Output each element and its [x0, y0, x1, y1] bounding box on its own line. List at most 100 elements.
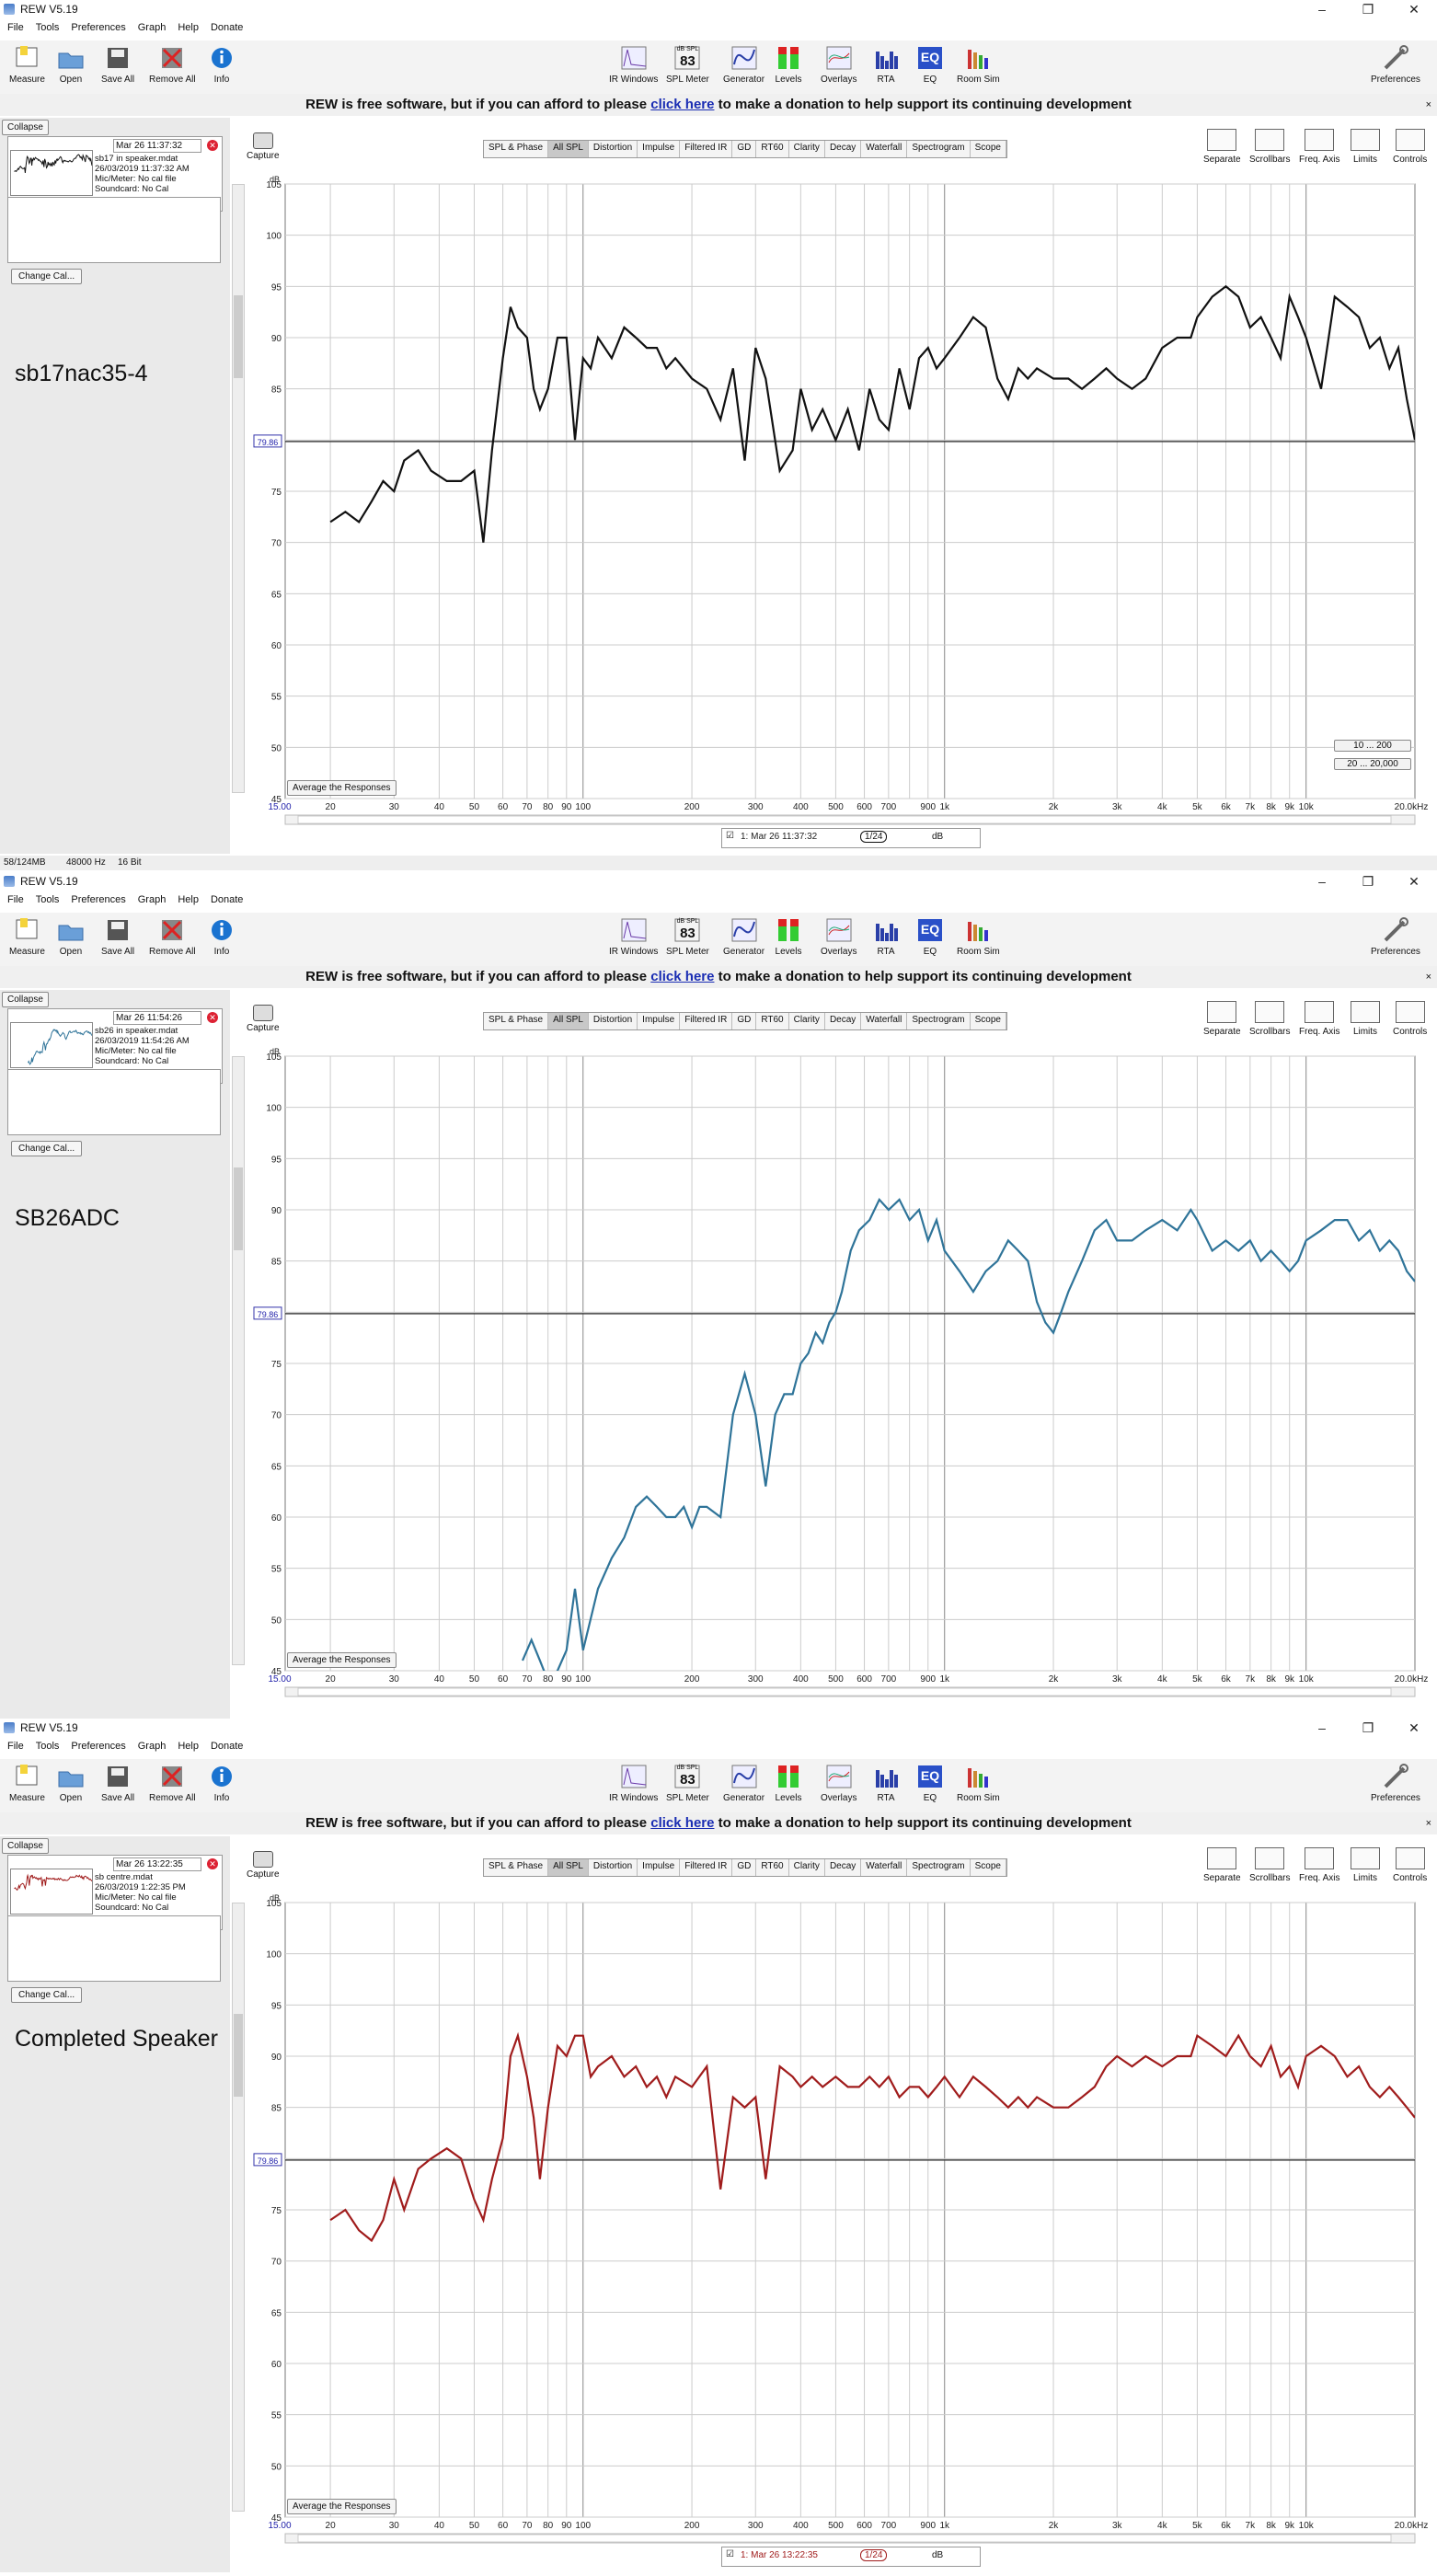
y-tick-label: 95	[271, 1155, 282, 1165]
y-tick-label: 100	[266, 1950, 282, 1961]
x-tick-label: 80	[543, 1674, 554, 1685]
x-tick-label: 500	[828, 802, 844, 812]
reference-label: 79.86	[258, 438, 279, 447]
spl-graph[interactable]: 4550556065707580859095100105dB79.8615.00…	[0, 872, 1437, 1719]
rew-window-1: REW V5.19– ❐ ✕ File Tools Preferences Graph Hel…	[0, 0, 1437, 872]
x-tick-label: 300	[748, 2521, 764, 2531]
y-tick-label: 75	[271, 2206, 282, 2216]
y-axis-unit: dB	[270, 175, 280, 184]
x-tick-label: 9k	[1284, 802, 1295, 812]
x-tick-label: 2k	[1049, 2521, 1060, 2531]
x-tick-label: 300	[748, 1674, 764, 1685]
x-tick-label: 80	[543, 2521, 554, 2531]
x-tick-label: 200	[684, 1674, 700, 1685]
x-tick-label: 8k	[1266, 802, 1277, 812]
x-tick-label: 15.00	[268, 2521, 291, 2531]
x-tick-label: 50	[469, 1674, 480, 1685]
sample-rate-status: 48000 Hz	[66, 857, 106, 868]
legend-smoothing: 1/24	[860, 831, 888, 843]
y-tick-label: 75	[271, 488, 282, 498]
y-tick-label: 60	[271, 641, 282, 651]
range-button-2[interactable]: 20 ... 20,000	[1334, 758, 1411, 770]
x-tick-label: 30	[389, 1674, 400, 1685]
x-tick-label: 5k	[1192, 802, 1203, 812]
x-tick-label: 15.00	[268, 802, 291, 812]
x-tick-label: 20.0kHz	[1395, 2521, 1429, 2531]
x-tick-label: 80	[543, 802, 554, 812]
x-tick-label: 60	[498, 802, 509, 812]
x-tick-label: 100	[575, 2521, 591, 2531]
range-button-1[interactable]: 10 ... 200	[1334, 740, 1411, 752]
x-tick-label: 40	[434, 2521, 445, 2531]
x-tick-label: 7k	[1246, 802, 1257, 812]
rew-window-3: REW V5.19– ❐ ✕ File Tools Preferences Graph Hel…	[0, 1719, 1437, 2576]
average-responses-button[interactable]: Average the Responses	[287, 780, 397, 796]
x-tick-label: 4k	[1157, 802, 1168, 812]
x-tick-label: 10k	[1299, 2521, 1315, 2531]
x-tick-label: 900	[920, 2521, 936, 2531]
x-tick-label: 100	[575, 1674, 591, 1685]
y-tick-label: 55	[271, 693, 282, 703]
x-tick-label: 15.00	[268, 1674, 291, 1685]
x-tick-label: 8k	[1266, 1674, 1277, 1685]
horizontal-scroll-thumb	[297, 2534, 1392, 2543]
x-tick-label: 9k	[1284, 2521, 1295, 2531]
x-tick-label: 400	[793, 802, 809, 812]
reference-label: 79.86	[258, 1310, 279, 1319]
x-tick-label: 1k	[939, 1674, 950, 1685]
x-tick-label: 70	[522, 1674, 533, 1685]
legend-bar: ☑ 1: Mar 26 11:37:32 1/24 dB	[721, 828, 981, 848]
x-tick-label: 60	[498, 2521, 509, 2531]
x-tick-label: 20.0kHz	[1395, 802, 1429, 812]
x-tick-label: 10k	[1299, 802, 1315, 812]
y-tick-label: 85	[271, 2104, 282, 2114]
legend-unit: dB	[932, 832, 944, 842]
x-tick-label: 70	[522, 802, 533, 812]
spl-graph[interactable]: 4550556065707580859095100105dB79.8615.00…	[0, 1719, 1437, 2576]
x-tick-label: 500	[828, 1674, 844, 1685]
x-tick-label: 200	[684, 2521, 700, 2531]
x-tick-label: 40	[434, 802, 445, 812]
x-tick-label: 2k	[1049, 802, 1060, 812]
x-tick-label: 50	[469, 2521, 480, 2531]
x-tick-label: 200	[684, 802, 700, 812]
x-tick-label: 20	[326, 802, 337, 812]
average-responses-button[interactable]: Average the Responses	[287, 1652, 397, 1668]
y-tick-label: 70	[271, 1411, 282, 1421]
y-tick-label: 55	[271, 1565, 282, 1575]
y-tick-label: 100	[266, 232, 282, 242]
x-tick-label: 90	[561, 802, 572, 812]
memory-status: 58/124MB	[4, 857, 46, 868]
y-tick-label: 85	[271, 1258, 282, 1268]
x-tick-label: 60	[498, 1674, 509, 1685]
y-tick-label: 90	[271, 2053, 282, 2063]
legend-unit: dB	[932, 2550, 944, 2560]
x-tick-label: 7k	[1246, 1674, 1257, 1685]
y-tick-label: 70	[271, 2258, 282, 2268]
y-axis-unit: dB	[270, 1047, 280, 1056]
legend-checkbox[interactable]: ☑	[726, 831, 734, 841]
x-tick-label: 500	[828, 2521, 844, 2531]
x-tick-label: 700	[881, 2521, 897, 2531]
legend-label: 1: Mar 26 11:37:32	[741, 832, 818, 842]
x-tick-label: 6k	[1221, 1674, 1232, 1685]
average-responses-button[interactable]: Average the Responses	[287, 2499, 397, 2514]
x-tick-label: 40	[434, 1674, 445, 1685]
x-tick-label: 1k	[939, 2521, 950, 2531]
legend-checkbox[interactable]: ☑	[726, 2549, 734, 2559]
x-tick-label: 600	[856, 2521, 872, 2531]
x-tick-label: 900	[920, 802, 936, 812]
x-tick-label: 700	[881, 1674, 897, 1685]
reference-label: 79.86	[258, 2156, 279, 2166]
x-tick-label: 2k	[1049, 1674, 1060, 1685]
x-tick-label: 6k	[1221, 802, 1232, 812]
spl-graph[interactable]: 4550556065707580859095100105dB79.8615.00…	[0, 0, 1437, 872]
x-tick-label: 8k	[1266, 2521, 1277, 2531]
y-tick-label: 50	[271, 743, 282, 753]
y-tick-label: 65	[271, 1462, 282, 1472]
y-tick-label: 60	[271, 2360, 282, 2370]
x-tick-label: 30	[389, 802, 400, 812]
x-tick-label: 6k	[1221, 2521, 1232, 2531]
x-tick-label: 5k	[1192, 1674, 1203, 1685]
y-tick-label: 70	[271, 539, 282, 549]
